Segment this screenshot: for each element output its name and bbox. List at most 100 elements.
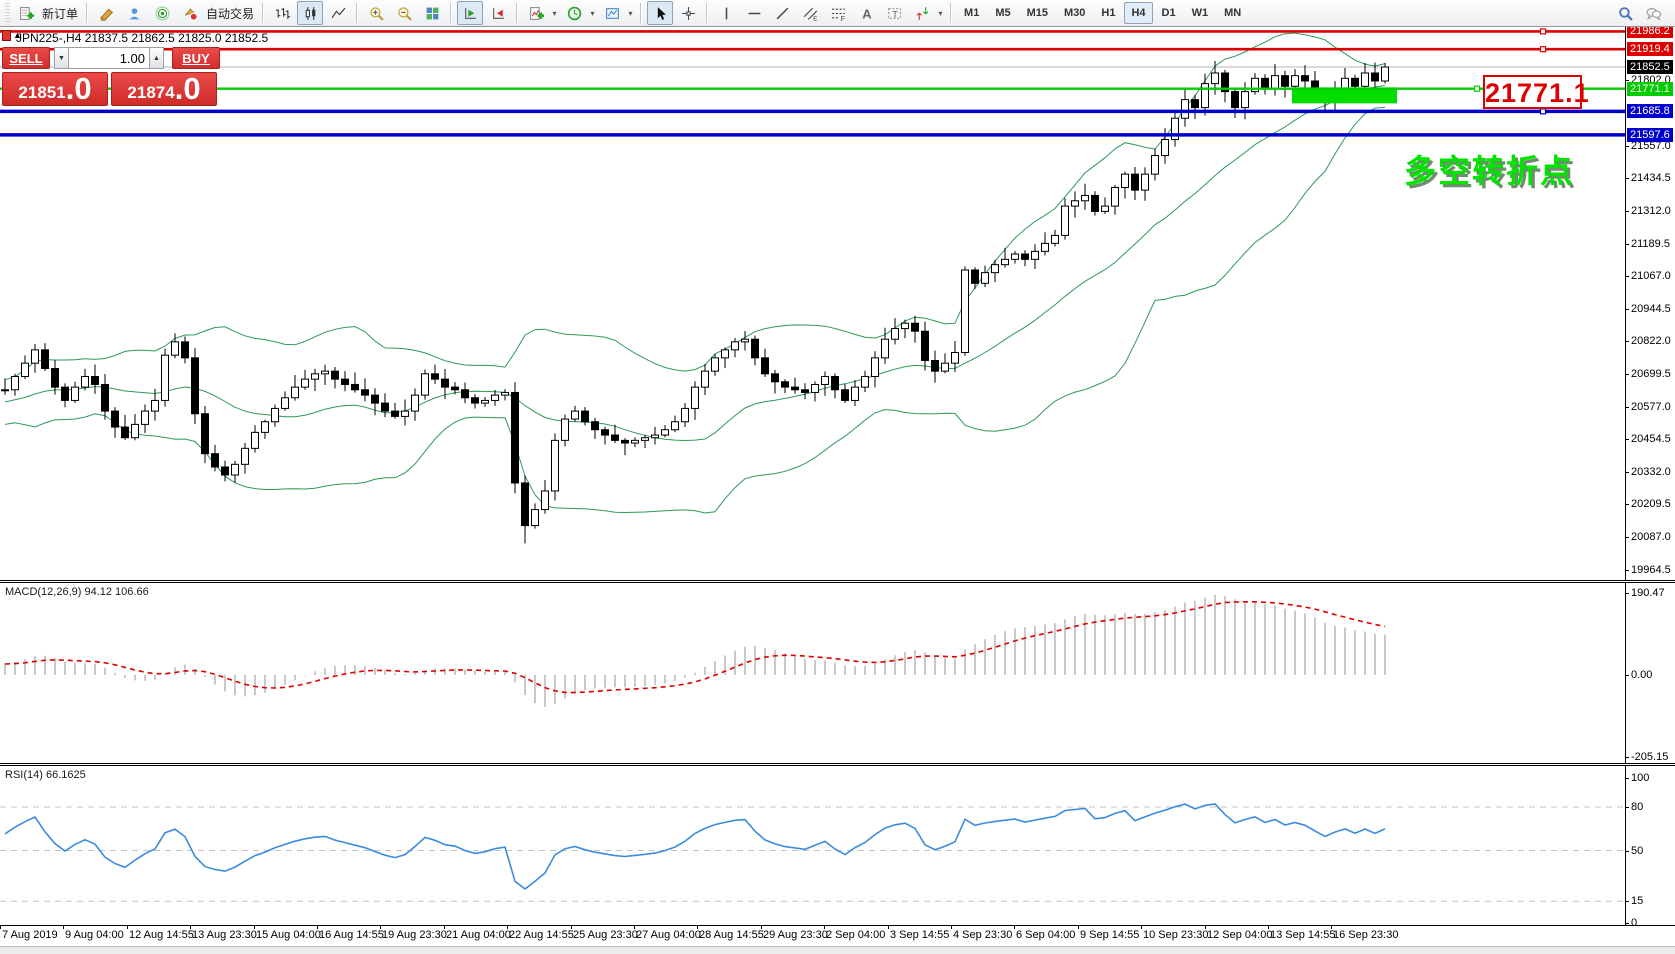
- time-axis-label: 16 Sep 23:30: [1333, 929, 1398, 941]
- search-icon: [1618, 6, 1633, 21]
- auto-trading-button[interactable]: [177, 1, 203, 25]
- main-chart-canvas[interactable]: [0, 28, 1625, 580]
- svg-text:F: F: [840, 15, 844, 20]
- bar-chart-button[interactable]: [269, 1, 295, 25]
- timeframe-button-d1[interactable]: D1: [1155, 2, 1183, 24]
- time-axis-label: 2 Sep 04:00: [826, 929, 885, 941]
- toolbar-separator: [86, 3, 88, 23]
- time-axis-label: 13 Aug 23:30: [192, 929, 257, 941]
- vline-button[interactable]: [713, 1, 739, 25]
- timeframe-button-m1[interactable]: M1: [957, 2, 986, 24]
- shift-end-button[interactable]: [485, 1, 511, 25]
- macd-axis-label: -205.15: [1631, 751, 1668, 763]
- chart-window-icon: [2, 30, 11, 41]
- timeframe-button-mn[interactable]: MN: [1217, 2, 1248, 24]
- channel-button[interactable]: E: [797, 1, 823, 25]
- macd-pane-canvas[interactable]: [0, 583, 1625, 763]
- new-order-button[interactable]: [13, 1, 39, 25]
- price-tick-label: 20087.0: [1631, 531, 1671, 543]
- price-badge-21852.5: 21852.5: [1627, 60, 1673, 74]
- toolbar-separator: [706, 3, 708, 23]
- new-order-label: 新订单: [42, 5, 78, 22]
- arrows-dropdown[interactable]: ▾: [936, 2, 945, 24]
- volume-decrease-button[interactable]: ▼: [54, 47, 69, 69]
- indicators-dropdown[interactable]: ▾: [550, 2, 559, 24]
- timeframe-button-m5[interactable]: M5: [988, 2, 1017, 24]
- periods-dropdown[interactable]: ▾: [588, 2, 597, 24]
- zoom-out-button[interactable]: [391, 1, 417, 25]
- candle-chart-icon: [303, 6, 318, 21]
- bar-chart-icon: [275, 6, 290, 21]
- time-axis-label: 9 Aug 04:00: [65, 929, 124, 941]
- macd-axis-label: 0.00: [1631, 669, 1652, 681]
- crosshair-button[interactable]: [675, 1, 701, 25]
- crayon-button[interactable]: [93, 1, 119, 25]
- volume-increase-button[interactable]: ▲: [149, 47, 164, 69]
- new-order-icon: [19, 6, 34, 21]
- price-badge-21685.8: 21685.8: [1627, 104, 1673, 118]
- periods-button[interactable]: [561, 1, 587, 25]
- volume-input[interactable]: [69, 47, 149, 69]
- macd-pane-separator[interactable]: [0, 580, 1675, 583]
- price-callout-box[interactable]: 21771.1: [1483, 75, 1582, 109]
- price-tick-label: 20699.5: [1631, 368, 1671, 380]
- profiles-button[interactable]: [121, 1, 147, 25]
- tile-windows-icon: [425, 6, 440, 21]
- price-tick-label: 21189.5: [1631, 238, 1670, 250]
- time-axis-label: 15 Aug 04:00: [256, 929, 321, 941]
- auto-trading-icon: [183, 6, 198, 21]
- price-tick-label: 21434.5: [1631, 172, 1671, 184]
- indicators-button[interactable]: [523, 1, 549, 25]
- label-button[interactable]: T: [881, 1, 907, 25]
- buy-price-main: 21874: [127, 83, 174, 103]
- time-axis-label: 4 Sep 23:30: [953, 929, 1012, 941]
- macd-axis-label: 190.47: [1631, 587, 1665, 599]
- cursor-icon: [653, 6, 668, 21]
- rsi-pane-separator[interactable]: [0, 763, 1675, 766]
- hline-icon: [747, 6, 762, 21]
- time-axis-label: 21 Aug 04:00: [446, 929, 511, 941]
- candle-chart-button[interactable]: [297, 1, 323, 25]
- buy-price-display[interactable]: 21874.0: [111, 72, 217, 106]
- templates-button[interactable]: [599, 1, 625, 25]
- fibonacci-button[interactable]: F: [825, 1, 851, 25]
- time-axis-label: 13 Sep 14:55: [1270, 929, 1335, 941]
- trendline-button[interactable]: [769, 1, 795, 25]
- toolbar-separator: [450, 3, 452, 23]
- time-axis-label: 25 Aug 23:30: [573, 929, 638, 941]
- timeframe-button-m30[interactable]: M30: [1057, 2, 1092, 24]
- sell-button[interactable]: SELL: [2, 47, 50, 69]
- arrows-button[interactable]: [909, 1, 935, 25]
- line-chart-button[interactable]: [325, 1, 351, 25]
- price-badge-21597.6: 21597.6: [1627, 128, 1673, 142]
- sell-price-display[interactable]: 21851.0: [2, 72, 108, 106]
- toolbar-separator: [640, 3, 642, 23]
- hline-button[interactable]: [741, 1, 767, 25]
- timeframe-button-h1[interactable]: H1: [1094, 2, 1122, 24]
- zoom-in-button[interactable]: [363, 1, 389, 25]
- turning-point-text[interactable]: 多空转折点: [1404, 146, 1574, 192]
- buy-price-pips: .0: [175, 75, 201, 103]
- time-axis-label: 19 Aug 23:30: [382, 929, 447, 941]
- templates-dropdown[interactable]: ▾: [626, 2, 635, 24]
- buy-button[interactable]: BUY: [172, 47, 220, 69]
- text-button[interactable]: A: [853, 1, 879, 25]
- rsi-pane-canvas[interactable]: [0, 766, 1625, 925]
- rsi-axis-label: 100: [1631, 772, 1649, 784]
- timeframe-button-h4[interactable]: H4: [1124, 2, 1152, 24]
- search-button[interactable]: [1612, 1, 1638, 25]
- signal-button[interactable]: [149, 1, 175, 25]
- label-icon: T: [887, 6, 902, 21]
- timeframe-button-m15[interactable]: M15: [1020, 2, 1055, 24]
- time-axis-label: 22 Aug 14:55: [509, 929, 574, 941]
- price-axis-line: [1625, 27, 1626, 926]
- periods-icon: [567, 6, 582, 21]
- timeframe-button-w1[interactable]: W1: [1185, 2, 1216, 24]
- chat-button[interactable]: [1640, 1, 1666, 25]
- price-tick-label: 21067.0: [1631, 270, 1671, 282]
- auto-scroll-button[interactable]: [457, 1, 483, 25]
- cursor-button[interactable]: [647, 1, 673, 25]
- tile-windows-button[interactable]: [419, 1, 445, 25]
- time-axis-label: 10 Sep 23:30: [1143, 929, 1208, 941]
- rsi-axis-label: 80: [1631, 801, 1643, 813]
